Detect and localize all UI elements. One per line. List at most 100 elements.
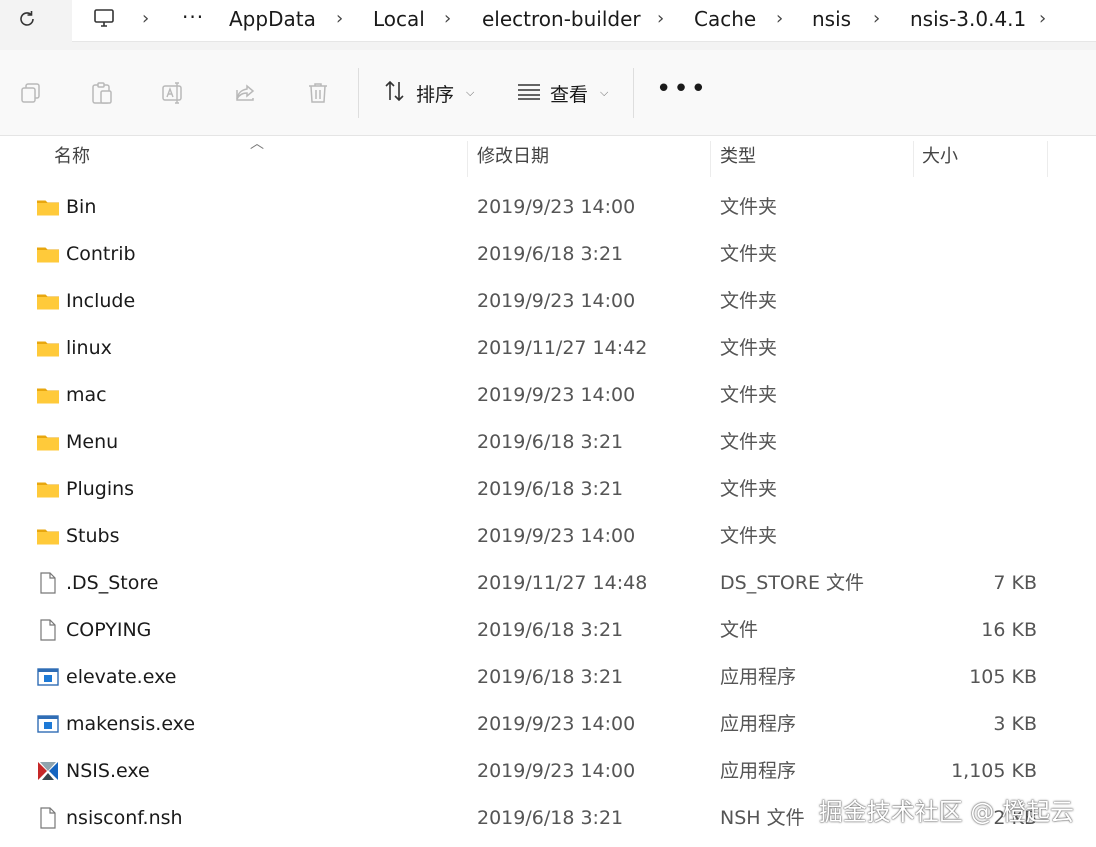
chevron-right-icon[interactable]: › xyxy=(657,0,664,38)
file-name: elevate.exe xyxy=(66,666,177,688)
file-type: 文件夹 xyxy=(720,290,778,312)
chevron-right-icon[interactable]: › xyxy=(444,0,451,38)
column-header-size[interactable]: 大小 xyxy=(922,137,958,177)
toolbar-separator xyxy=(358,68,359,118)
file-row[interactable]: Stubs 2019/9/23 14:00 文件夹 xyxy=(0,513,1096,560)
folder-icon xyxy=(36,430,60,454)
view-button[interactable]: 查看 ⌵ xyxy=(516,78,608,108)
column-header-type[interactable]: 类型 xyxy=(720,137,756,177)
file-date: 2019/9/23 14:00 xyxy=(477,290,636,312)
file-row[interactable]: makensis.exe 2019/9/23 14:00 应用程序 3 KB xyxy=(0,701,1096,748)
file-name: makensis.exe xyxy=(66,713,196,735)
chevron-down-icon: ⌵ xyxy=(466,86,475,99)
file-date: 2019/9/23 14:00 xyxy=(477,525,636,547)
chevron-right-icon[interactable]: › xyxy=(336,0,343,38)
file-row[interactable]: Bin 2019/9/23 14:00 文件夹 xyxy=(0,184,1096,231)
file-row[interactable]: Plugins 2019/6/18 3:21 文件夹 xyxy=(0,466,1096,513)
share-icon[interactable] xyxy=(233,80,259,106)
toolbar-separator xyxy=(633,68,634,118)
folder-icon xyxy=(36,195,60,219)
breadcrumb[interactable]: › ··· AppData › Local › electron-builder… xyxy=(72,0,1096,42)
file-icon xyxy=(36,571,60,595)
more-options-button[interactable]: ••• xyxy=(656,76,708,102)
copy-icon[interactable] xyxy=(18,80,44,106)
file-name: linux xyxy=(66,337,112,359)
folder-icon xyxy=(36,477,60,501)
file-date: 2019/6/18 3:21 xyxy=(477,666,624,688)
file-size: 105 KB xyxy=(969,666,1037,688)
view-label: 查看 xyxy=(550,83,589,106)
file-row[interactable]: mac 2019/9/23 14:00 文件夹 xyxy=(0,372,1096,419)
refresh-icon[interactable] xyxy=(14,6,40,32)
breadcrumb-item-nsis[interactable]: nsis xyxy=(812,0,851,38)
file-type: 应用程序 xyxy=(720,713,797,735)
delete-icon[interactable] xyxy=(305,80,331,106)
file-type: 文件夹 xyxy=(720,243,778,265)
file-row[interactable]: linux 2019/11/27 14:42 文件夹 xyxy=(0,325,1096,372)
sort-label: 排序 xyxy=(416,83,455,106)
file-name: nsisconf.nsh xyxy=(66,807,183,829)
column-divider[interactable] xyxy=(913,141,914,177)
file-row[interactable]: NSIS.exe 2019/9/23 14:00 应用程序 1,105 KB xyxy=(0,748,1096,795)
sort-button[interactable]: 排序 ⌵ xyxy=(382,78,474,108)
column-headers: ︿ 名称 修改日期 类型 大小 xyxy=(0,136,1096,177)
file-type: 文件夹 xyxy=(720,478,778,500)
file-row[interactable]: Contrib 2019/6/18 3:21 文件夹 xyxy=(0,231,1096,278)
column-header-name[interactable]: 名称 xyxy=(54,137,90,177)
file-row[interactable]: Menu 2019/6/18 3:21 文件夹 xyxy=(0,419,1096,466)
sort-icon xyxy=(382,78,408,109)
file-name: Stubs xyxy=(66,525,120,547)
rename-icon[interactable] xyxy=(160,80,186,106)
breadcrumb-item-appdata[interactable]: AppData xyxy=(229,0,316,38)
file-date: 2019/6/18 3:21 xyxy=(477,619,624,641)
sort-ascending-icon: ︿ xyxy=(250,136,264,152)
folder-icon xyxy=(36,383,60,407)
file-row[interactable]: Include 2019/9/23 14:00 文件夹 xyxy=(0,278,1096,325)
column-divider[interactable] xyxy=(1047,141,1048,177)
file-type: NSH 文件 xyxy=(720,807,805,829)
computer-icon[interactable] xyxy=(92,6,116,30)
file-type: 应用程序 xyxy=(720,666,797,688)
app-icon xyxy=(36,665,60,689)
folder-icon xyxy=(36,242,60,266)
file-icon xyxy=(36,806,60,830)
chevron-right-icon[interactable]: › xyxy=(1039,0,1046,38)
breadcrumb-item-local[interactable]: Local xyxy=(373,0,425,38)
command-bar: 排序 ⌵ 查看 ⌵ ••• xyxy=(0,50,1096,136)
breadcrumb-item-nsis-version[interactable]: nsis-3.0.4.1 xyxy=(910,0,1026,38)
file-date: 2019/11/27 14:42 xyxy=(477,337,648,359)
chevron-right-icon[interactable]: › xyxy=(873,0,880,38)
folder-icon xyxy=(36,524,60,548)
watermark: 掘金技术社区 @ 橙起云 xyxy=(818,798,1074,826)
file-type: 文件夹 xyxy=(720,337,778,359)
chevron-right-icon[interactable]: › xyxy=(142,0,149,38)
file-row[interactable]: COPYING 2019/6/18 3:21 文件 16 KB xyxy=(0,607,1096,654)
file-date: 2019/6/18 3:21 xyxy=(477,243,624,265)
file-name: COPYING xyxy=(66,619,152,641)
file-row[interactable]: elevate.exe 2019/6/18 3:21 应用程序 105 KB xyxy=(0,654,1096,701)
file-date: 2019/9/23 14:00 xyxy=(477,760,636,782)
file-type: 文件 xyxy=(720,619,759,641)
column-header-date[interactable]: 修改日期 xyxy=(477,137,549,177)
breadcrumb-ellipsis[interactable]: ··· xyxy=(182,0,204,38)
file-type: 文件夹 xyxy=(720,431,778,453)
paste-icon[interactable] xyxy=(89,80,115,106)
chevron-down-icon: ⌵ xyxy=(600,86,609,99)
list-view-icon xyxy=(516,78,542,109)
file-size: 3 KB xyxy=(993,713,1037,735)
file-type: 文件夹 xyxy=(720,196,778,218)
file-name: Menu xyxy=(66,431,119,453)
file-name: .DS_Store xyxy=(66,572,159,594)
file-type: 文件夹 xyxy=(720,384,778,406)
file-date: 2019/9/23 14:00 xyxy=(477,384,636,406)
folder-icon xyxy=(36,336,60,360)
file-type: DS_STORE 文件 xyxy=(720,572,865,594)
file-row[interactable]: .DS_Store 2019/11/27 14:48 DS_STORE 文件 7 KB xyxy=(0,560,1096,607)
folder-icon xyxy=(36,289,60,313)
chevron-right-icon[interactable]: › xyxy=(776,0,783,38)
file-name: Contrib xyxy=(66,243,136,265)
breadcrumb-item-cache[interactable]: Cache xyxy=(694,0,756,38)
breadcrumb-item-electron-builder[interactable]: electron-builder xyxy=(482,0,641,38)
column-divider[interactable] xyxy=(710,141,711,177)
column-divider[interactable] xyxy=(467,141,468,177)
